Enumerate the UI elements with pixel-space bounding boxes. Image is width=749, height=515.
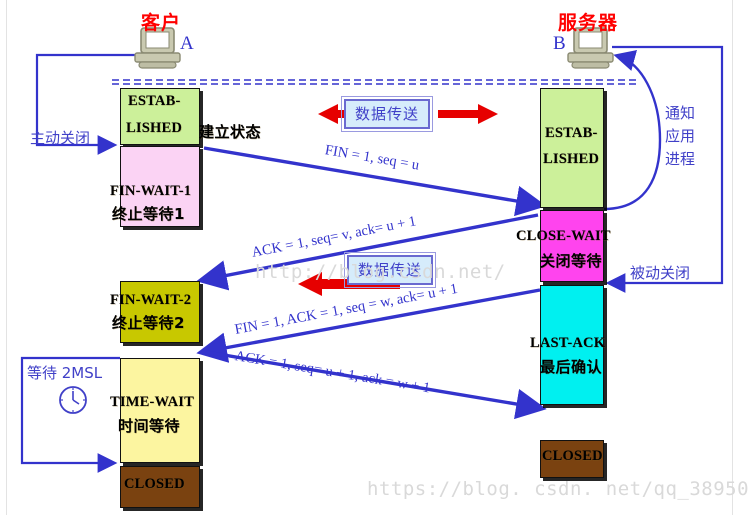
client-established-cn-label: 建立状态 [199, 123, 262, 141]
client-state-established-line1: ESTAB- [128, 93, 181, 109]
server-state-established-line1: ESTAB- [545, 125, 598, 141]
server-state-established-line2: LISHED [543, 151, 599, 167]
server-state-closed-en: CLOSED [542, 448, 603, 464]
active-close-label: 主动关闭 [30, 129, 91, 147]
client-state-closed-en: CLOSED [124, 476, 185, 492]
client-state-fin-wait-2-en: FIN-WAIT-2 [110, 292, 192, 308]
notify-app-process-arrow [603, 50, 662, 211]
client-state-time-wait-cn: 时间等待 [118, 417, 181, 435]
server-title: 服务器 [558, 12, 619, 34]
notify-label-line-1: 通知 [665, 104, 696, 122]
notify-label-line-2: 应用 [665, 127, 696, 145]
server-state-close-wait-en: CLOSE-WAIT [516, 228, 611, 244]
server-state-close-wait-cn: 关闭等待 [540, 252, 603, 270]
notify-label-line-3: 进程 [665, 150, 696, 168]
passive-close-label: 被动关闭 [630, 264, 691, 282]
client-state-fin-wait-1-cn: 终止等待1 [112, 205, 185, 223]
server-state-established-box [540, 88, 604, 208]
watermark-bottom: https://blog. csdn. net/qq_38950316 [367, 478, 749, 500]
client-title: 客户 [141, 12, 182, 34]
client-state-time-wait-en: TIME-WAIT [110, 394, 194, 410]
client-state-fin-wait-2-cn: 终止等待2 [112, 314, 185, 332]
clock-icon [59, 386, 87, 414]
server-state-close-wait-box [540, 210, 604, 282]
client-state-fin-wait-1-en: FIN-WAIT-1 [110, 183, 192, 199]
tcp-termination-diagram: 客户 A 服务器 B ESTAB- LISHED 建立状态 FIN-WAIT-1… [0, 0, 749, 515]
client-state-established-line2: LISHED [126, 120, 182, 136]
client-letter: A [180, 33, 194, 54]
server-letter: B [553, 33, 566, 54]
data-transfer-chip-top: 数据传送 [341, 96, 433, 132]
server-state-last-ack-cn: 最后确认 [540, 358, 603, 376]
wait-2msl-label: 等待 2MSL [27, 364, 103, 382]
server-state-last-ack-en: LAST-ACK [530, 335, 606, 351]
watermark-center: http://blog.csdn.net/ [255, 261, 506, 283]
